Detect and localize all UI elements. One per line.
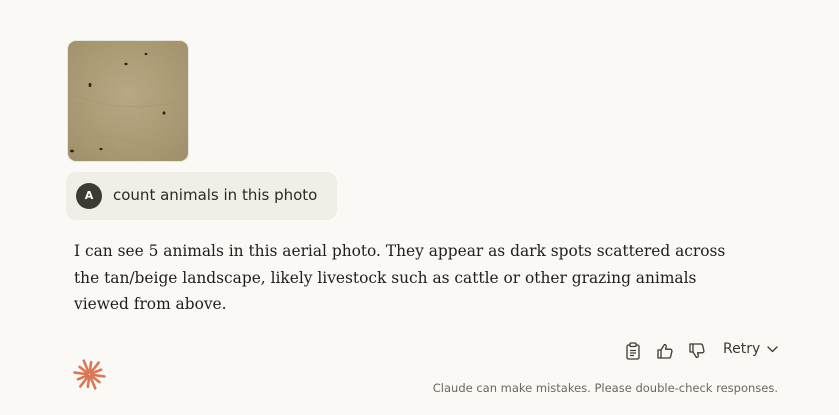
chevron-down-icon [767, 345, 778, 352]
retry-button[interactable]: Retry [723, 341, 778, 357]
user-message-text: count animals in this photo [113, 186, 318, 204]
clipboard-icon [626, 342, 640, 360]
user-avatar: A [76, 183, 102, 209]
animal-spot [144, 52, 148, 56]
animal-spot [99, 147, 103, 151]
claude-logo [73, 358, 106, 391]
thumbs-up-button[interactable] [654, 340, 676, 362]
animal-spot [124, 62, 128, 66]
claude-spark-icon [73, 359, 106, 390]
thumbs-down-icon [689, 343, 705, 359]
animal-spot [70, 149, 74, 153]
thumbs-down-button[interactable] [686, 340, 708, 362]
animal-spot [88, 83, 92, 87]
assistant-response-text: I can see 5 animals in this aerial photo… [74, 242, 726, 313]
user-message-bubble: A count animals in this photo [66, 172, 337, 220]
animal-spot [162, 111, 166, 115]
thumbs-up-icon [657, 343, 673, 359]
disclaimer-text: Claude can make mistakes. Please double-… [432, 381, 778, 395]
copy-button[interactable] [622, 340, 644, 362]
retry-label: Retry [723, 341, 761, 357]
attached-image-thumbnail[interactable] [68, 41, 188, 161]
aerial-photo-image [68, 41, 188, 161]
